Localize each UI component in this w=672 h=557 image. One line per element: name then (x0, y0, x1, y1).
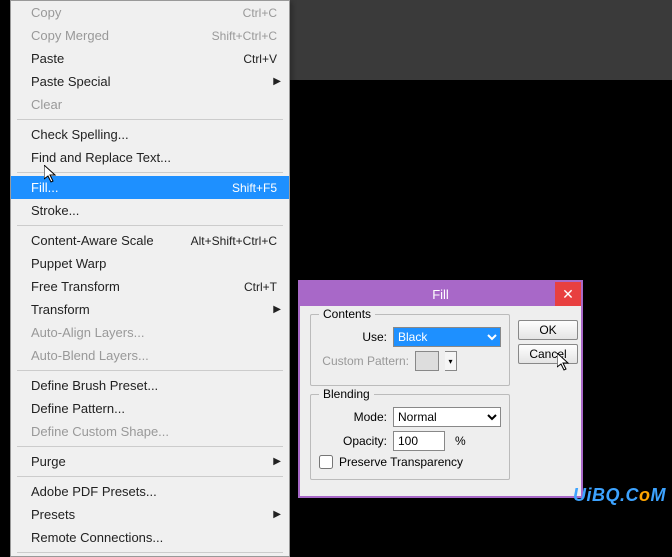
menu-transform-label: Transform (31, 302, 277, 317)
menu-separator (17, 119, 283, 120)
menu-adobe-pdf[interactable]: Adobe PDF Presets... (11, 480, 289, 503)
blending-group: Blending Mode: Normal Opacity: % Preserv… (310, 394, 510, 480)
menu-separator (17, 446, 283, 447)
menu-auto-blend-label: Auto-Blend Layers... (31, 348, 277, 363)
close-icon: ✕ (562, 286, 574, 303)
menu-check-spelling[interactable]: Check Spelling... (11, 123, 289, 146)
menu-auto-align[interactable]: Auto-Align Layers... (11, 321, 289, 344)
menu-free-transform-label: Free Transform (31, 279, 244, 294)
menu-paste-label: Paste (31, 51, 243, 66)
menu-separator (17, 172, 283, 173)
menu-check-spelling-label: Check Spelling... (31, 127, 277, 142)
menu-remote-connections-label: Remote Connections... (31, 530, 277, 545)
menu-copy-shortcut: Ctrl+C (243, 6, 277, 20)
custom-pattern-label: Custom Pattern: (319, 354, 409, 368)
dialog-title: Fill (300, 287, 581, 302)
menu-paste[interactable]: PasteCtrl+V (11, 47, 289, 70)
menu-content-aware[interactable]: Content-Aware ScaleAlt+Shift+Ctrl+C (11, 229, 289, 252)
menu-find-replace[interactable]: Find and Replace Text... (11, 146, 289, 169)
pattern-dropdown[interactable]: ▾ (445, 351, 457, 371)
edit-menu: CopyCtrl+C Copy MergedShift+Ctrl+C Paste… (10, 0, 290, 557)
menu-copy-merged-label: Copy Merged (31, 28, 212, 43)
cancel-button[interactable]: Cancel (518, 344, 578, 364)
menu-clear-label: Clear (31, 97, 277, 112)
menu-copy[interactable]: CopyCtrl+C (11, 1, 289, 24)
menu-define-shape[interactable]: Define Custom Shape... (11, 420, 289, 443)
menu-define-shape-label: Define Custom Shape... (31, 424, 277, 439)
menu-presets[interactable]: Presets▶ (11, 503, 289, 526)
menu-fill-label: Fill... (31, 180, 232, 195)
menu-content-aware-shortcut: Alt+Shift+Ctrl+C (191, 234, 277, 248)
preserve-transparency-label: Preserve Transparency (339, 455, 463, 469)
use-label: Use: (319, 330, 387, 344)
contents-group: Contents Use: Black Custom Pattern: ▾ (310, 314, 510, 386)
contents-legend: Contents (319, 307, 375, 321)
menu-fill-shortcut: Shift+F5 (232, 181, 277, 195)
menu-puppet-warp[interactable]: Puppet Warp (11, 252, 289, 275)
menu-puppet-warp-label: Puppet Warp (31, 256, 277, 271)
menu-define-pattern-label: Define Pattern... (31, 401, 277, 416)
fill-dialog: Fill ✕ Contents Use: Black Custom Patter… (298, 280, 583, 498)
preserve-transparency-checkbox[interactable] (319, 455, 333, 469)
menu-purge-label: Purge (31, 454, 277, 469)
menu-copy-label: Copy (31, 5, 243, 20)
blending-legend: Blending (319, 387, 374, 401)
menu-free-transform-shortcut: Ctrl+T (244, 280, 277, 294)
close-button[interactable]: ✕ (555, 282, 581, 306)
menu-auto-blend[interactable]: Auto-Blend Layers... (11, 344, 289, 367)
watermark: UiBQ.CoM (573, 485, 666, 506)
chevron-right-icon: ▶ (273, 509, 281, 520)
mode-label: Mode: (319, 410, 387, 424)
menu-paste-special[interactable]: Paste Special▶ (11, 70, 289, 93)
menu-separator (17, 552, 283, 553)
dialog-titlebar[interactable]: Fill ✕ (300, 282, 581, 306)
menu-purge[interactable]: Purge▶ (11, 450, 289, 473)
menu-separator (17, 370, 283, 371)
percent-label: % (455, 434, 466, 448)
menu-define-brush-label: Define Brush Preset... (31, 378, 277, 393)
menu-define-pattern[interactable]: Define Pattern... (11, 397, 289, 420)
menu-free-transform[interactable]: Free TransformCtrl+T (11, 275, 289, 298)
menu-adobe-pdf-label: Adobe PDF Presets... (31, 484, 277, 499)
chevron-right-icon: ▶ (273, 76, 281, 87)
menu-stroke[interactable]: Stroke... (11, 199, 289, 222)
preserve-transparency-row[interactable]: Preserve Transparency (319, 455, 501, 469)
chevron-right-icon: ▶ (273, 304, 281, 315)
ok-button[interactable]: OK (518, 320, 578, 340)
menu-separator (17, 225, 283, 226)
menu-copy-merged[interactable]: Copy MergedShift+Ctrl+C (11, 24, 289, 47)
mode-select[interactable]: Normal (393, 407, 501, 427)
menu-clear[interactable]: Clear (11, 93, 289, 116)
opacity-label: Opacity: (319, 434, 387, 448)
menu-define-brush[interactable]: Define Brush Preset... (11, 374, 289, 397)
menu-find-replace-label: Find and Replace Text... (31, 150, 277, 165)
menu-content-aware-label: Content-Aware Scale (31, 233, 191, 248)
menu-auto-align-label: Auto-Align Layers... (31, 325, 277, 340)
chevron-right-icon: ▶ (273, 456, 281, 467)
use-select[interactable]: Black (393, 327, 501, 347)
menu-copy-merged-shortcut: Shift+Ctrl+C (212, 29, 277, 43)
menu-presets-label: Presets (31, 507, 277, 522)
menu-separator (17, 476, 283, 477)
menu-paste-special-label: Paste Special (31, 74, 277, 89)
menu-transform[interactable]: Transform▶ (11, 298, 289, 321)
menu-paste-shortcut: Ctrl+V (243, 52, 277, 66)
menu-fill[interactable]: Fill...Shift+F5 (11, 176, 289, 199)
menu-stroke-label: Stroke... (31, 203, 277, 218)
pattern-swatch (415, 351, 439, 371)
opacity-input[interactable] (393, 431, 445, 451)
menu-remote-connections[interactable]: Remote Connections... (11, 526, 289, 549)
